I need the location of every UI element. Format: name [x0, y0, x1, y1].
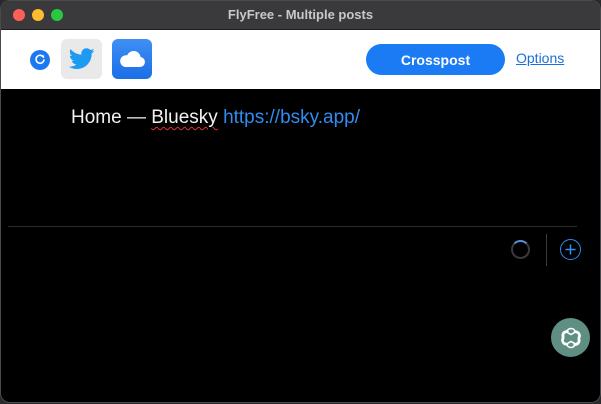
- title-bar: FlyFree - Multiple posts: [1, 1, 600, 30]
- chatgpt-icon: [560, 327, 581, 348]
- assistant-button[interactable]: [551, 318, 590, 357]
- bluesky-toggle-button[interactable]: [112, 39, 152, 79]
- cloud-icon: [120, 50, 145, 67]
- post-editor[interactable]: Home — Bluesky https://bsky.app/: [1, 89, 600, 402]
- window-title: FlyFree - Multiple posts: [227, 7, 374, 22]
- post-text[interactable]: Home — Bluesky https://bsky.app/: [71, 107, 360, 129]
- app-window: FlyFree - Multiple posts Crosspost Optio…: [0, 0, 601, 403]
- twitter-toggle-button[interactable]: [61, 39, 102, 79]
- divider: [8, 226, 577, 227]
- refresh-icon: [35, 54, 45, 64]
- misspelled-word: Bluesky: [151, 107, 218, 128]
- options-link[interactable]: Options: [516, 50, 564, 66]
- loading-spinner-icon: [511, 240, 530, 259]
- crosspost-button[interactable]: Crosspost: [366, 44, 505, 75]
- post-text-prefix: Home —: [71, 107, 152, 128]
- toolbar: Crosspost Options: [1, 30, 600, 89]
- post-link[interactable]: https://bsky.app/: [223, 107, 360, 128]
- plus-circle-icon: [565, 244, 576, 255]
- add-post-button[interactable]: [560, 239, 581, 260]
- vertical-divider: [546, 234, 547, 266]
- twitter-bird-icon: [68, 48, 95, 69]
- refresh-button[interactable]: [30, 50, 50, 70]
